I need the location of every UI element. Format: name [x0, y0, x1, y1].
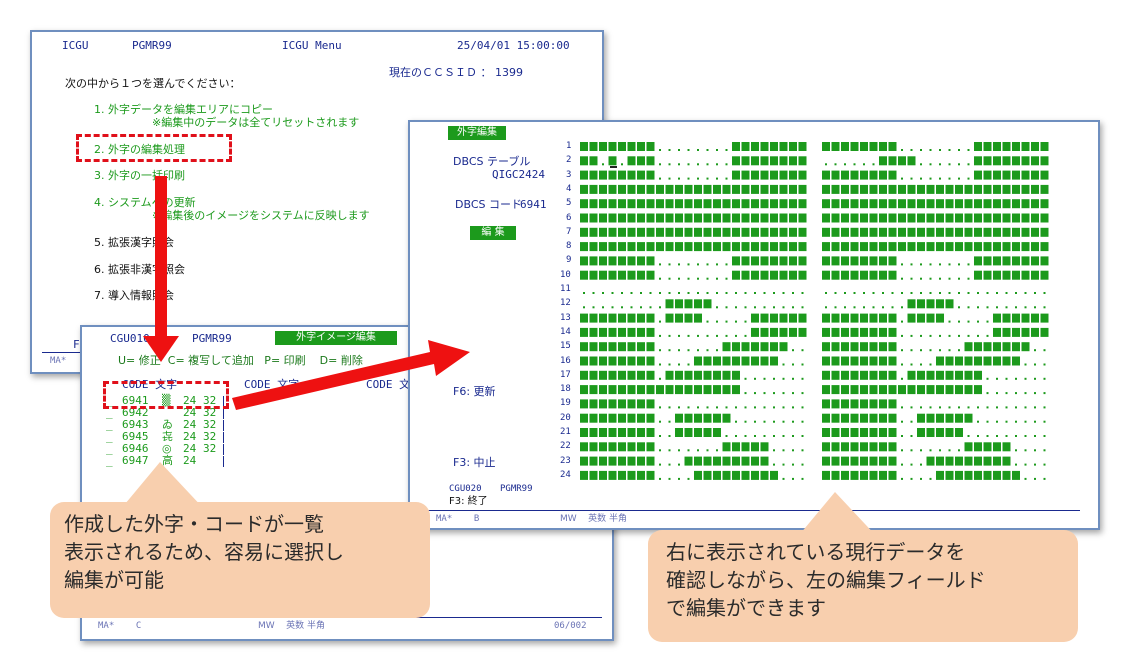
callout-right-line-1: 右に表示されている現行データを — [666, 540, 966, 564]
callout-left-line-3: 編集が可能 — [64, 568, 164, 592]
callout-right-line-3: で編集ができます — [666, 596, 826, 620]
callout-left: 作成した外字・コードが一覧 表示されるため、容易に選択し 編集が可能 — [50, 502, 430, 618]
callout-left-line-2: 表示されるため、容易に選択し — [64, 540, 344, 564]
callout-left-line-1: 作成した外字・コードが一覧 — [64, 512, 324, 536]
callout-right-line-2: 確認しながら、左の編集フィールド — [666, 568, 986, 592]
callout-right: 右に表示されている現行データを 確認しながら、左の編集フィールド で編集ができま… — [648, 530, 1078, 642]
